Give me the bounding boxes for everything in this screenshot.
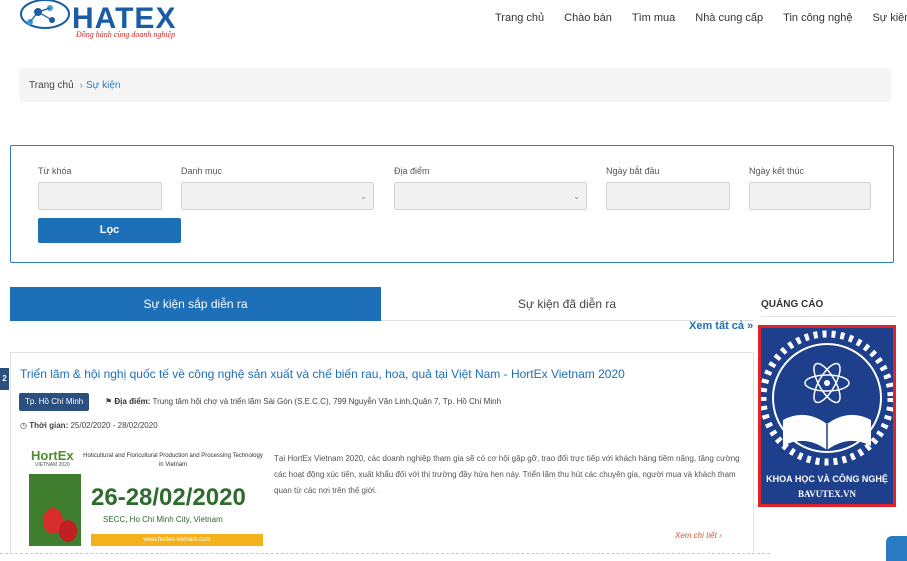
end-date-label: Ngày kết thúc [749,166,805,176]
start-date-input[interactable] [606,182,730,210]
ad-heading: QUẢNG CÁO [761,299,824,310]
bottom-divider [0,553,770,554]
event-title-link[interactable]: Triển lãm & hội nghị quốc tế về công ngh… [20,367,625,381]
keyword-label: Từ khóa [38,166,72,176]
nav-item-suppliers[interactable]: Nhà cung cấp [695,12,763,24]
event-card: Triển lãm & hội nghị quốc tế về công ngh… [10,352,754,552]
thumbnail-subtitle: Hoticultural and Floricultural Productio… [83,453,263,468]
thumbnail-venue: SECC, Ho Chi Minh City, Vietnam [103,515,223,524]
tab-upcoming-events[interactable]: Sự kiện sắp diễn ra [10,287,381,321]
place-label: Địa điểm: [114,397,151,406]
tab-past-events[interactable]: Sự kiện đã diễn ra [381,287,753,321]
start-date-label: Ngày bắt đầu [606,166,660,176]
nav-item-offers[interactable]: Chào bán [564,12,612,24]
time-label: Thời gian: [29,421,69,430]
nav-item-buy[interactable]: Tìm mua [632,12,675,24]
location-label: Địa điểm [394,166,430,176]
category-label: Danh mục [181,166,223,176]
thumbnail-berry-graphic [59,520,77,542]
ad-banner[interactable]: KHOA HỌC VÀ CÔNG NGHỆ BAVUTEX.VN [758,325,896,507]
clock-icon: ◷ [20,421,27,430]
breadcrumb-separator: › [79,80,83,91]
category-select[interactable]: ⌄ [181,182,374,210]
event-time: ◷ Thời gian: 25/02/2020 - 28/02/2020 [20,421,158,430]
chevron-down-icon: ⌄ [360,192,367,201]
ad-divider [761,316,896,317]
logo-slogan: Đồng hành cùng doanh nghiệp [76,30,176,39]
location-select[interactable]: ⌄ [394,182,587,210]
nav-item-events[interactable]: Sự kiện [872,12,907,24]
filter-button[interactable]: Lọc [38,218,181,243]
event-filter-form: Từ khóa Danh mục ⌄ Địa điểm ⌄ Ngày bắt đ… [10,145,894,263]
end-date-input[interactable] [749,182,871,210]
side-number-badge: 2 [0,368,9,390]
thumbnail-logo: HortEx [31,448,74,463]
chevron-down-icon: ⌄ [573,192,580,201]
see-all-link[interactable]: Xem tất cả » [689,320,753,332]
page: HATEX Đồng hành cùng doanh nghiệp Trang … [0,0,907,561]
keyword-input[interactable] [38,182,162,210]
thumbnail-date: 26-28/02/2020 [91,484,246,511]
logo-molecule-icon [20,0,70,29]
nav-item-tech-news[interactable]: Tin công nghệ [783,12,852,24]
main-nav: Trang chủ Chào bán Tìm mua Nhà cung cấp … [495,12,907,24]
event-detail-link[interactable]: Xem chi tiết › [675,531,722,540]
map-pin-icon: ⚑ [105,397,113,406]
breadcrumb: Trang chủ › Sự kiện [19,68,891,102]
nav-item-home[interactable]: Trang chủ [495,12,544,24]
event-description: Tại HortEx Vietnam 2020, các doanh nghiệ… [274,454,740,495]
city-badge: Tp. Hồ Chí Minh [19,393,90,411]
thumbnail-url: www.hortex-vietnam.com [91,534,263,546]
site-logo[interactable]: HATEX Đồng hành cùng doanh nghiệp [20,0,180,44]
event-place: ⚑ Địa điểm: Trung tâm hội chợ và triển l… [105,397,501,406]
breadcrumb-home[interactable]: Trang chủ [29,80,74,91]
time-value: 25/02/2020 - 28/02/2020 [70,421,158,430]
ad-text-line2: BAVUTEX.VN [797,489,857,499]
breadcrumb-current[interactable]: Sự kiện [86,80,121,91]
chat-widget-icon[interactable] [886,536,907,561]
thumbnail-logo-sub: VIETNAM 2020 [35,462,70,468]
event-thumbnail[interactable]: HortEx VIETNAM 2020 Hoticultural and Flo… [29,448,263,546]
ad-text-line1: KHOA HỌC VÀ CÔNG NGHỆ [766,474,888,484]
place-value: Trung tâm hội chợ và triển lãm Sài Gòn (… [152,397,502,406]
